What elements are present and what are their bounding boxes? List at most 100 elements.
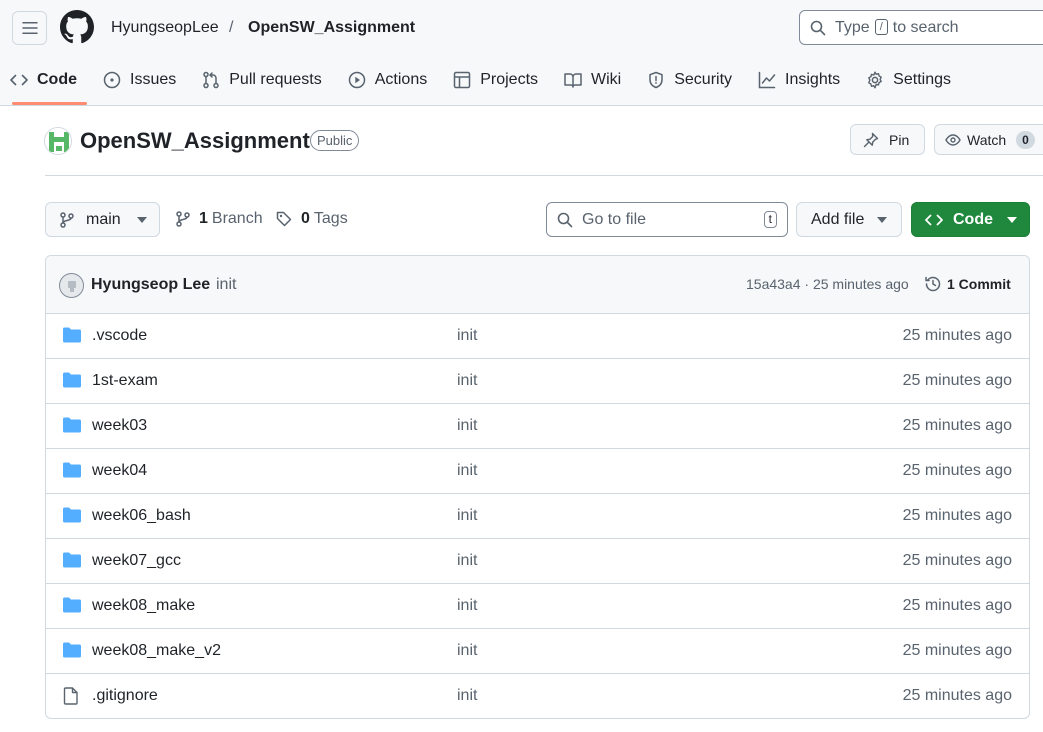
author-avatar[interactable] [59, 273, 84, 298]
file-row[interactable]: .vscode init 25 minutes ago [46, 314, 1029, 359]
tab-issues[interactable]: Issues [93, 62, 186, 98]
open-menu-button[interactable] [12, 11, 47, 45]
folder-icon [63, 642, 81, 658]
tab-actions-label: Actions [374, 71, 428, 88]
file-commit-message[interactable]: init [457, 687, 477, 705]
folder-icon [63, 597, 81, 613]
file-commit-message[interactable]: init [457, 642, 477, 660]
triangle-down-icon [877, 216, 888, 223]
commit-message[interactable]: init [216, 276, 236, 294]
repo-title[interactable]: OpenSW_Assignment [80, 127, 310, 155]
file-commit-message[interactable]: init [457, 597, 477, 615]
tab-code-label: Code [37, 71, 77, 88]
tab-wiki[interactable]: Wiki [554, 62, 631, 98]
pin-button[interactable]: Pin [850, 124, 925, 155]
file-row[interactable]: .gitignore init 25 minutes ago [46, 674, 1029, 718]
file-row[interactable]: week03 init 25 minutes ago [46, 404, 1029, 449]
file-commit-message[interactable]: init [457, 417, 477, 435]
commits-link[interactable]: 1 Commit [924, 275, 1011, 293]
tab-projects[interactable]: Projects [443, 62, 548, 98]
file-commit-message[interactable]: init [457, 552, 477, 570]
search-prefix-text: Type [835, 18, 870, 36]
history-icon [925, 276, 941, 292]
folder-icon [63, 327, 81, 343]
breadcrumb-owner[interactable]: HyungseopLee [111, 18, 219, 38]
global-header: HyungseopLee / OpenSW_Assignment Type / … [0, 0, 1043, 106]
code-button-label: Code [953, 210, 993, 228]
commit-count-label: 1 Commit [947, 276, 1011, 292]
go-to-file-placeholder: Go to file [582, 210, 647, 228]
folder-icon-wrap [63, 507, 81, 528]
file-name[interactable]: .gitignore [92, 687, 158, 705]
go-to-file-input[interactable]: Go to file t [546, 202, 788, 237]
triangle-down-icon [1007, 216, 1017, 223]
tag-count: 0 [301, 210, 310, 227]
file-name[interactable]: 1st-exam [92, 372, 158, 390]
file-row[interactable]: 1st-exam init 25 minutes ago [46, 359, 1029, 404]
file-name[interactable]: week08_make_v2 [92, 642, 221, 660]
repo-owner-avatar[interactable] [44, 127, 72, 155]
commit-hash-time[interactable]: 15a43a4 · 25 minutes ago [746, 276, 909, 292]
hamburger-icon [21, 22, 38, 34]
branch-select-button[interactable]: main [45, 202, 160, 237]
git-branch-icon [60, 211, 74, 228]
tag-icon [276, 211, 292, 227]
file-name[interactable]: week06_bash [92, 507, 191, 525]
file-commit-message[interactable]: init [457, 507, 477, 525]
folder-icon [63, 417, 81, 433]
tab-settings[interactable]: Settings [856, 62, 961, 98]
latest-commit-bar: Hyungseop Lee init 15a43a4 · 25 minutes … [46, 256, 1029, 314]
file-row[interactable]: week07_gcc init 25 minutes ago [46, 539, 1029, 584]
file-commit-message[interactable]: init [457, 327, 477, 345]
tab-issues-label: Issues [130, 71, 177, 88]
watch-button[interactable]: Watch 0 [934, 124, 1043, 155]
folder-icon-wrap [63, 462, 81, 483]
tag-count-label: Tags [313, 210, 348, 227]
table-icon [453, 71, 471, 89]
folder-icon [63, 372, 81, 388]
file-row[interactable]: week04 init 25 minutes ago [46, 449, 1029, 494]
tab-insights[interactable]: Insights [748, 62, 850, 98]
github-logo-icon[interactable] [60, 10, 94, 44]
watch-label: Watch [967, 131, 1007, 148]
tab-code[interactable]: Code [0, 62, 87, 105]
watch-count: 0 [1016, 130, 1035, 149]
add-file-button[interactable]: Add file [796, 202, 902, 237]
triangle-down-icon [136, 216, 147, 223]
visibility-badge: Public [310, 130, 360, 151]
folder-icon-wrap [63, 552, 81, 573]
file-name[interactable]: week04 [92, 462, 147, 480]
book-icon [564, 73, 582, 88]
code-icon [925, 214, 943, 225]
global-search-input[interactable]: Type / to search [799, 10, 1043, 45]
folder-icon-wrap [63, 642, 81, 663]
tab-pull-requests[interactable]: Pull requests [192, 62, 332, 98]
file-commit-message[interactable]: init [457, 372, 477, 390]
folder-icon [63, 462, 81, 478]
play-icon [348, 71, 365, 89]
code-button[interactable]: Code [911, 202, 1030, 237]
tab-security[interactable]: Security [637, 62, 742, 98]
file-row[interactable]: week06_bash init 25 minutes ago [46, 494, 1029, 539]
file-name[interactable]: week07_gcc [92, 552, 181, 570]
pull-request-icon [203, 71, 219, 89]
file-commit-message[interactable]: init [457, 462, 477, 480]
file-name[interactable]: .vscode [92, 327, 147, 345]
issue-icon [103, 71, 121, 89]
branch-count: 1 [199, 210, 208, 227]
file-row[interactable]: week08_make init 25 minutes ago [46, 584, 1029, 629]
file-row[interactable]: week08_make_v2 init 25 minutes ago [46, 629, 1029, 674]
branches-link[interactable]: 1 Branch [176, 210, 263, 228]
breadcrumb-repo[interactable]: OpenSW_Assignment [248, 18, 415, 38]
tab-wiki-label: Wiki [591, 71, 622, 88]
commit-author[interactable]: Hyungseop Lee [91, 276, 210, 294]
folder-icon-wrap [63, 597, 81, 618]
tags-link[interactable]: 0 Tags [276, 210, 348, 228]
go-to-file-shortcut: t [763, 211, 777, 228]
file-commit-age: 25 minutes ago [902, 642, 1012, 659]
file-name[interactable]: week08_make [92, 597, 195, 615]
file-name[interactable]: week03 [92, 417, 147, 435]
folder-icon-wrap [63, 327, 81, 348]
file-table: Hyungseop Lee init 15a43a4 · 25 minutes … [45, 255, 1030, 719]
tab-actions[interactable]: Actions [338, 62, 437, 98]
